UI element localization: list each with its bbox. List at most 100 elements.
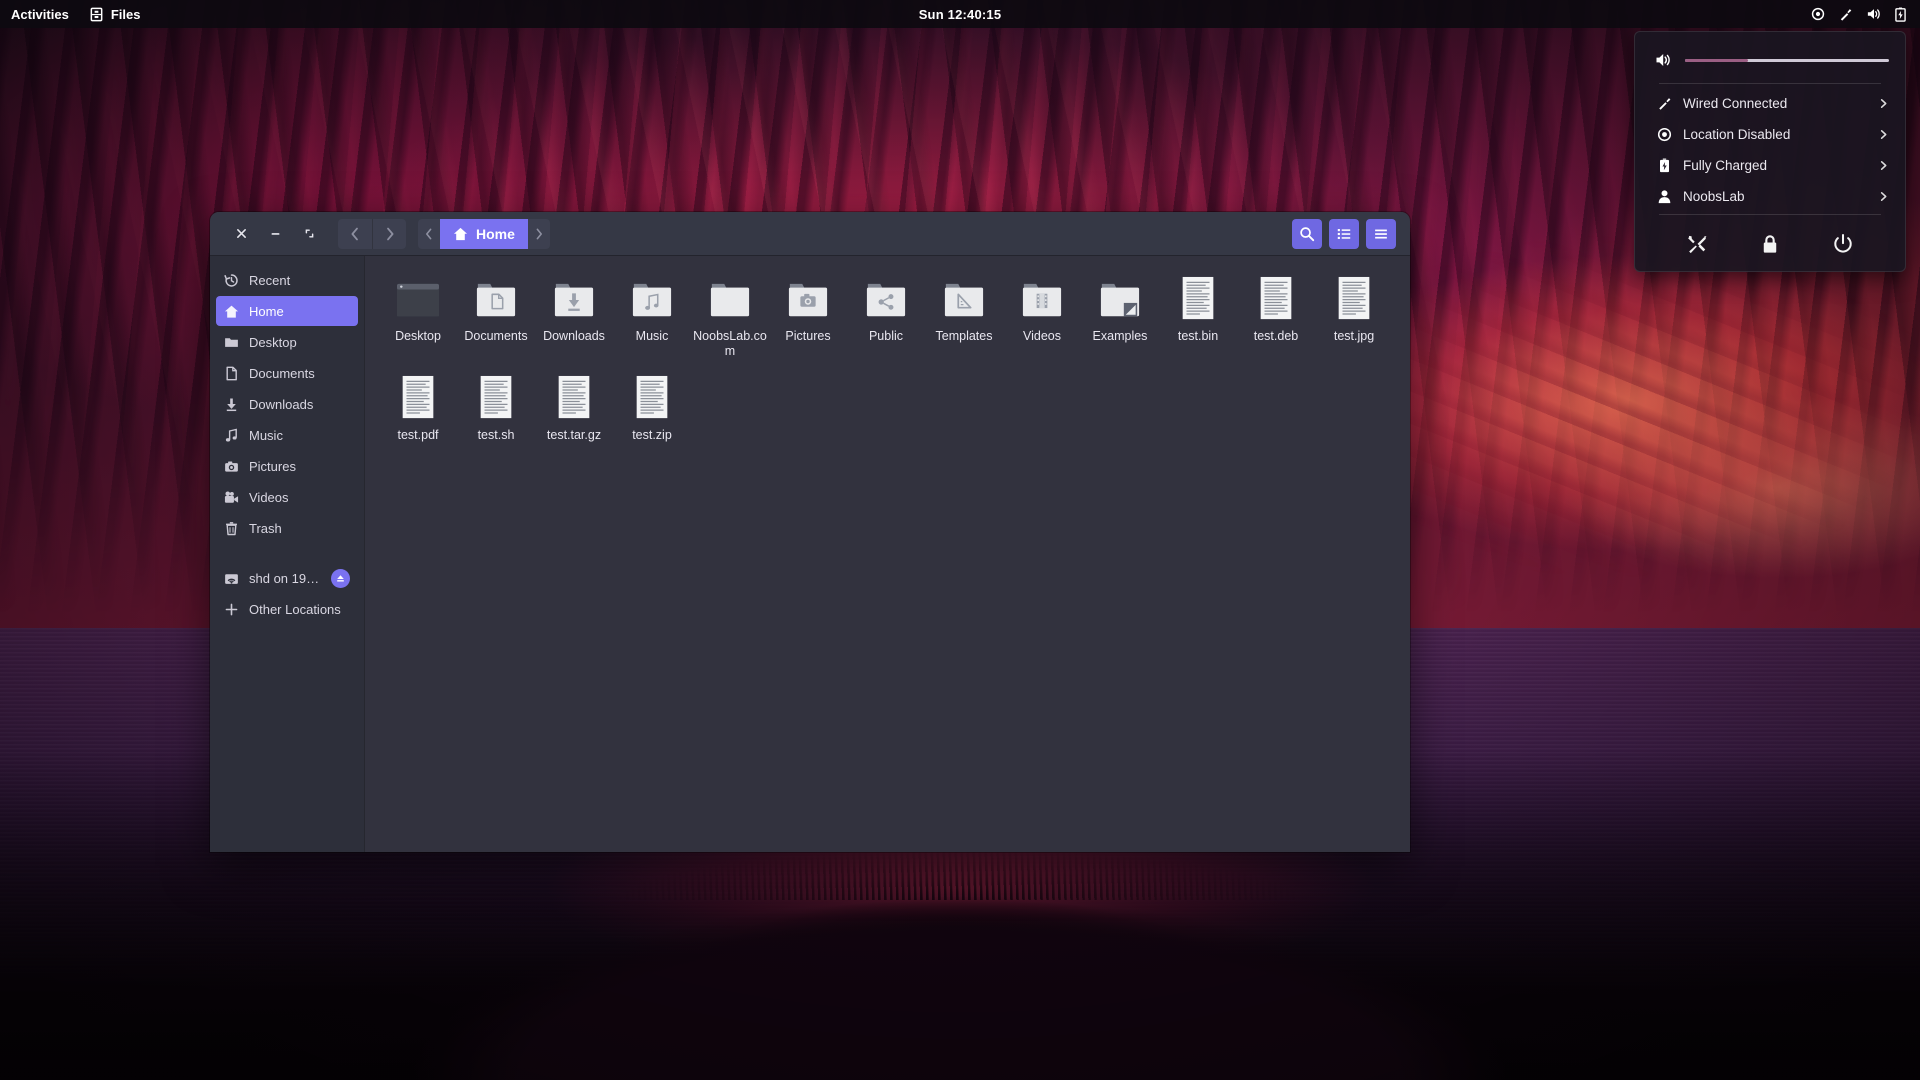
sidebar-item-network-mount[interactable]: shd on 192.168.... bbox=[216, 563, 358, 593]
system-menu-actions bbox=[1635, 219, 1905, 271]
volume-icon bbox=[1655, 51, 1673, 69]
file-item-test-jpg[interactable]: test.jpg bbox=[1316, 270, 1392, 361]
file-item-test-sh[interactable]: test.sh bbox=[458, 369, 534, 445]
icon-grid: Desktop Documents bbox=[379, 270, 1400, 452]
activities-button[interactable]: Activities bbox=[0, 0, 79, 28]
folder-icon bbox=[224, 335, 239, 350]
sidebar-item-other-locations[interactable]: Other Locations bbox=[216, 594, 358, 624]
trash-icon bbox=[224, 521, 239, 536]
folder-thumb bbox=[629, 274, 675, 322]
close-button[interactable] bbox=[228, 221, 254, 247]
folder-label-public: Public bbox=[849, 329, 923, 344]
volume-slider-row[interactable] bbox=[1635, 38, 1905, 81]
menu-divider-top bbox=[1659, 83, 1881, 84]
folder-thumb bbox=[1019, 274, 1065, 322]
sidebar-label-other-locations: Other Locations bbox=[249, 602, 350, 617]
file-view[interactable]: Desktop Documents bbox=[365, 256, 1410, 852]
sidebar-item-downloads[interactable]: Downloads bbox=[216, 389, 358, 419]
file-item-test-deb[interactable]: test.deb bbox=[1238, 270, 1314, 361]
sysmenu-item-user[interactable]: NoobsLab bbox=[1635, 181, 1905, 212]
text-file-icon bbox=[477, 375, 515, 421]
sidebar-item-recent[interactable]: Recent bbox=[216, 265, 358, 295]
sysmenu-label-location: Location Disabled bbox=[1683, 127, 1867, 142]
sidebar-item-pictures[interactable]: Pictures bbox=[216, 451, 358, 481]
sidebar-item-videos[interactable]: Videos bbox=[216, 482, 358, 512]
app-menu-files[interactable]: Files bbox=[79, 0, 151, 28]
status-area[interactable] bbox=[1811, 7, 1920, 22]
clock-button[interactable]: Sun 12:40:15 bbox=[0, 7, 1920, 22]
sysmenu-item-network[interactable]: Wired Connected bbox=[1635, 88, 1905, 119]
search-button[interactable] bbox=[1292, 219, 1322, 249]
file-thumb bbox=[633, 373, 671, 421]
sidebar-label-home: Home bbox=[249, 304, 350, 319]
breadcrumb-item-home[interactable]: Home bbox=[440, 219, 528, 249]
folder-icon bbox=[551, 280, 597, 322]
file-thumb bbox=[1335, 274, 1373, 322]
minimize-button[interactable] bbox=[262, 221, 288, 247]
file-item-test-targz[interactable]: test.tar.gz bbox=[536, 369, 612, 445]
location-icon bbox=[1657, 127, 1672, 142]
system-menu-popover[interactable]: Wired Connected Location Disabled Fully … bbox=[1634, 31, 1906, 272]
sidebar-label-trash: Trash bbox=[249, 521, 350, 536]
document-icon bbox=[224, 366, 239, 381]
folder-item-documents[interactable]: Documents bbox=[458, 270, 534, 361]
folder-item-noobslab[interactable]: NoobsLab.com bbox=[692, 270, 768, 361]
folder-item-templates[interactable]: Templates bbox=[926, 270, 1002, 361]
recent-icon bbox=[224, 273, 239, 288]
close-icon bbox=[236, 228, 247, 239]
volume-slider[interactable] bbox=[1685, 59, 1889, 62]
sidebar-item-desktop[interactable]: Desktop bbox=[216, 327, 358, 357]
files-window[interactable]: Home bbox=[210, 212, 1410, 852]
text-file-icon bbox=[1257, 276, 1295, 322]
folder-item-downloads[interactable]: Downloads bbox=[536, 270, 612, 361]
chevron-right-icon bbox=[535, 228, 543, 240]
view-list-button[interactable] bbox=[1329, 219, 1359, 249]
file-item-test-pdf[interactable]: test.pdf bbox=[380, 369, 456, 445]
folder-thumb bbox=[863, 274, 909, 322]
folder-item-pictures[interactable]: Pictures bbox=[770, 270, 846, 361]
breadcrumb-scroll-right[interactable] bbox=[528, 219, 550, 249]
file-label-test-bin: test.bin bbox=[1161, 329, 1235, 344]
gnome-top-bar: Activities Files Sun 12:40:15 bbox=[0, 0, 1920, 28]
window-controls bbox=[220, 221, 338, 247]
folder-thumb bbox=[551, 274, 597, 322]
folder-thumb bbox=[707, 274, 753, 322]
eject-button[interactable] bbox=[331, 569, 350, 588]
folder-item-public[interactable]: Public bbox=[848, 270, 924, 361]
folder-thumb bbox=[473, 274, 519, 322]
back-button[interactable] bbox=[338, 219, 372, 249]
folder-item-examples[interactable]: Examples bbox=[1082, 270, 1158, 361]
settings-tools-icon[interactable] bbox=[1686, 233, 1708, 255]
power-icon[interactable] bbox=[1832, 233, 1854, 255]
breadcrumb-scroll-left[interactable] bbox=[418, 219, 440, 249]
sidebar-item-documents[interactable]: Documents bbox=[216, 358, 358, 388]
maximize-button[interactable] bbox=[296, 221, 322, 247]
lock-icon[interactable] bbox=[1759, 233, 1781, 255]
sysmenu-label-network: Wired Connected bbox=[1683, 96, 1867, 111]
file-item-test-zip[interactable]: test.zip bbox=[614, 369, 690, 445]
menu-button[interactable] bbox=[1366, 219, 1396, 249]
folder-item-videos[interactable]: Videos bbox=[1004, 270, 1080, 361]
folder-thumb bbox=[785, 274, 831, 322]
battery-charged-icon bbox=[1895, 7, 1906, 22]
folder-item-music[interactable]: Music bbox=[614, 270, 690, 361]
maximize-icon bbox=[304, 228, 315, 239]
sidebar-label-downloads: Downloads bbox=[249, 397, 350, 412]
plus-icon bbox=[224, 602, 239, 617]
file-item-test-bin[interactable]: test.bin bbox=[1160, 270, 1236, 361]
hamburger-menu-icon bbox=[1373, 226, 1389, 242]
sysmenu-item-location[interactable]: Location Disabled bbox=[1635, 119, 1905, 150]
forward-button[interactable] bbox=[372, 219, 406, 249]
volume-slider-fill bbox=[1685, 59, 1748, 62]
list-view-icon bbox=[1336, 226, 1352, 242]
folder-item-desktop[interactable]: Desktop bbox=[380, 270, 456, 361]
sidebar-item-home[interactable]: Home bbox=[216, 296, 358, 326]
folder-icon bbox=[629, 280, 675, 322]
sysmenu-item-battery[interactable]: Fully Charged bbox=[1635, 150, 1905, 181]
sidebar-spacer bbox=[210, 544, 364, 562]
sidebar-item-trash[interactable]: Trash bbox=[216, 513, 358, 543]
sidebar-label-documents: Documents bbox=[249, 366, 350, 381]
folder-label-videos: Videos bbox=[1005, 329, 1079, 344]
sidebar-item-music[interactable]: Music bbox=[216, 420, 358, 450]
folder-icon bbox=[1019, 280, 1065, 322]
